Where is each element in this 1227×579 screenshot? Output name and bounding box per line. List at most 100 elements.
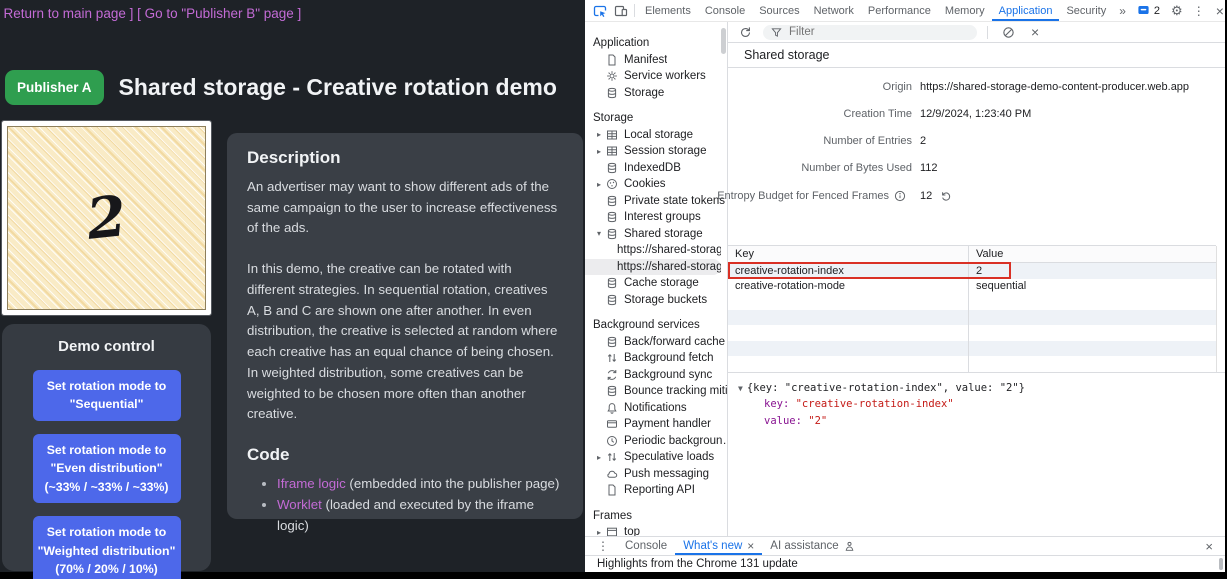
sidebar-item-storage[interactable]: Storage [585, 85, 727, 102]
drawer-close-icon[interactable]: × [1201, 539, 1217, 554]
publisher-badge: Publisher A [5, 70, 104, 105]
column-key[interactable]: Key [728, 246, 968, 262]
table-scrollbar-gutter[interactable] [1216, 246, 1225, 372]
sidebar-item-reporting-api[interactable]: Reporting API [585, 482, 727, 499]
refresh-icon[interactable] [735, 22, 756, 42]
demo-control-title: Demo control [2, 338, 211, 355]
tabbar-right-controls: 2 ⚙ ⋮ × [1132, 3, 1225, 19]
drawer-tab-console[interactable]: Console [617, 537, 675, 555]
clear-icon[interactable] [998, 22, 1019, 42]
sidebar-item-notifications[interactable]: Notifications [585, 400, 727, 417]
table-row[interactable]: creative-rotation-index2 [728, 263, 1216, 279]
code-link[interactable]: Iframe logic [277, 476, 346, 491]
sidebar-item-back-forward-cache[interactable]: Back/forward cache [585, 334, 727, 351]
drawer-tab-ai-assistance[interactable]: AI assistance [762, 537, 862, 555]
sidebar-item-manifest[interactable]: Manifest [585, 52, 727, 69]
code-link[interactable]: Worklet [277, 497, 322, 512]
sidebar-item-local-storage[interactable]: ▸Local storage [585, 127, 727, 144]
tree-arrow[interactable]: ▸ [593, 147, 605, 156]
devtools-close-icon[interactable]: × [1211, 3, 1225, 19]
table-row[interactable]: creative-rotation-modesequential [728, 279, 1216, 295]
section-title: Shared storage [728, 43, 1225, 68]
filter-input[interactable] [787, 25, 941, 39]
info-icon[interactable] [893, 189, 906, 202]
sidebar-item-push-messaging[interactable]: Push messaging [585, 466, 727, 483]
divider [987, 26, 988, 39]
tree-arrow[interactable]: ▸ [593, 528, 605, 536]
sidebar-group-frames: Frames [585, 508, 727, 525]
devtools-tab-memory[interactable]: Memory [938, 0, 992, 21]
sidebar-scrollbar-thumb[interactable] [721, 28, 726, 54]
sidebar-item-session-storage[interactable]: ▸Session storage [585, 143, 727, 160]
sidebar-item-indexeddb[interactable]: IndexedDB [585, 160, 727, 177]
settings-gear-icon[interactable]: ⚙ [1167, 3, 1187, 19]
sidebar-item-payment-handler[interactable]: Payment handler [585, 416, 727, 433]
sidebar-item-interest-groups[interactable]: Interest groups [585, 209, 727, 226]
publisher-b-link[interactable]: Go to "Publisher B" page [145, 6, 294, 21]
devtools-tab-console[interactable]: Console [698, 0, 752, 21]
devtools-tab-sources[interactable]: Sources [752, 0, 806, 21]
tree-arrow[interactable]: ▸ [593, 130, 605, 139]
reset-budget-icon[interactable] [939, 189, 952, 202]
tree-arrow[interactable]: ▸ [593, 453, 605, 462]
delete-icon[interactable]: × [1026, 24, 1044, 40]
set-rotation-mode-button[interactable]: Set rotation mode to "Sequential" [33, 370, 181, 421]
devtools-tab-performance[interactable]: Performance [861, 0, 938, 21]
item-icon [605, 368, 618, 381]
return-main-link[interactable]: Return to main page [4, 6, 126, 21]
preview-props: key: "creative-rotation-index"value: "2" [738, 396, 1215, 430]
sidebar-item-cookies[interactable]: ▸Cookies [585, 176, 727, 193]
sidebar-item-storage-buckets[interactable]: Storage buckets [585, 292, 727, 309]
sidebar-item-background-fetch[interactable]: Background fetch [585, 350, 727, 367]
filter-pill[interactable] [763, 25, 977, 40]
ai-assistance-icon [844, 541, 855, 552]
sidebar-item-https-shared-storage[interactable]: https://shared-storage… [585, 242, 721, 259]
item-icon [605, 434, 618, 447]
tree-arrow[interactable]: ▸ [593, 180, 605, 189]
more-tabs-chevron[interactable]: » [1113, 4, 1132, 18]
kebab-menu-icon[interactable]: ⋮ [1189, 4, 1209, 18]
sidebar-item-background-sync[interactable]: Background sync [585, 367, 727, 384]
drawer-scrollbar-thumb[interactable] [1219, 558, 1223, 570]
screenshot-stage: [ Return to main page ] [ Go to "Publish… [0, 0, 1227, 579]
expand-triangle-icon[interactable]: ▼ [738, 384, 743, 393]
table-row-empty[interactable] [728, 310, 1216, 326]
sidebar-item-speculative-loads[interactable]: ▸Speculative loads [585, 449, 727, 466]
set-rotation-mode-button[interactable]: Set rotation mode to "Even distribution"… [33, 434, 181, 503]
close-tab-icon[interactable]: × [747, 539, 754, 553]
devtools-tab-elements[interactable]: Elements [638, 0, 698, 21]
sidebar-item-private-state-tokens[interactable]: Private state tokens [585, 193, 727, 210]
item-icon [605, 451, 618, 464]
column-value[interactable]: Value [968, 246, 1216, 262]
devtools-tab-application[interactable]: Application [992, 0, 1060, 21]
demo-control-panel: Demo control Set rotation mode to "Seque… [2, 324, 211, 571]
sidebar-item-top[interactable]: ▸top [585, 524, 727, 536]
issues-counter[interactable]: 2 [1132, 4, 1165, 17]
table-row-empty[interactable] [728, 341, 1216, 357]
sidebar-group-background-services: Background services [585, 317, 727, 334]
sidebar-item-cache-storage[interactable]: Cache storage [585, 275, 727, 292]
metadata-row: Origin https://shared-storage-demo-conte… [728, 81, 1225, 93]
sidebar-item-shared-storage[interactable]: ▾Shared storage [585, 226, 727, 243]
tree-arrow[interactable]: ▾ [593, 229, 605, 238]
item-icon [605, 484, 618, 497]
whats-new-statusbar: Highlights from the Chrome 131 update [585, 555, 1225, 572]
table-header: Key Value [728, 246, 1216, 263]
drawer-kebab-icon[interactable]: ⋮ [593, 539, 613, 553]
device-toolbar-icon[interactable] [610, 0, 631, 21]
set-rotation-mode-button[interactable]: Set rotation mode to "Weighted distribut… [33, 516, 181, 579]
drawer-tab-whats-new[interactable]: What's new× [675, 537, 762, 555]
inspect-element-icon[interactable] [589, 0, 610, 21]
table-row-empty[interactable] [728, 294, 1216, 310]
table-row-empty[interactable] [728, 356, 1216, 372]
table-row-empty[interactable] [728, 325, 1216, 341]
code-bullet: Worklet (loaded and executed by the ifra… [277, 495, 563, 536]
devtools-tab-security[interactable]: Security [1059, 0, 1113, 21]
sidebar-item-bounce-tracking-miti[interactable]: Bounce tracking miti… [585, 383, 727, 400]
sidebar-item-service-workers[interactable]: Service workers [585, 68, 727, 85]
creative-ad: 2 [7, 126, 206, 310]
devtools-tab-network[interactable]: Network [807, 0, 861, 21]
sidebar-item-periodic-backgroun[interactable]: Periodic backgroun… [585, 433, 727, 450]
sidebar-item-https-shared-storage[interactable]: https://shared-storage… [585, 259, 721, 276]
item-icon [605, 86, 618, 99]
